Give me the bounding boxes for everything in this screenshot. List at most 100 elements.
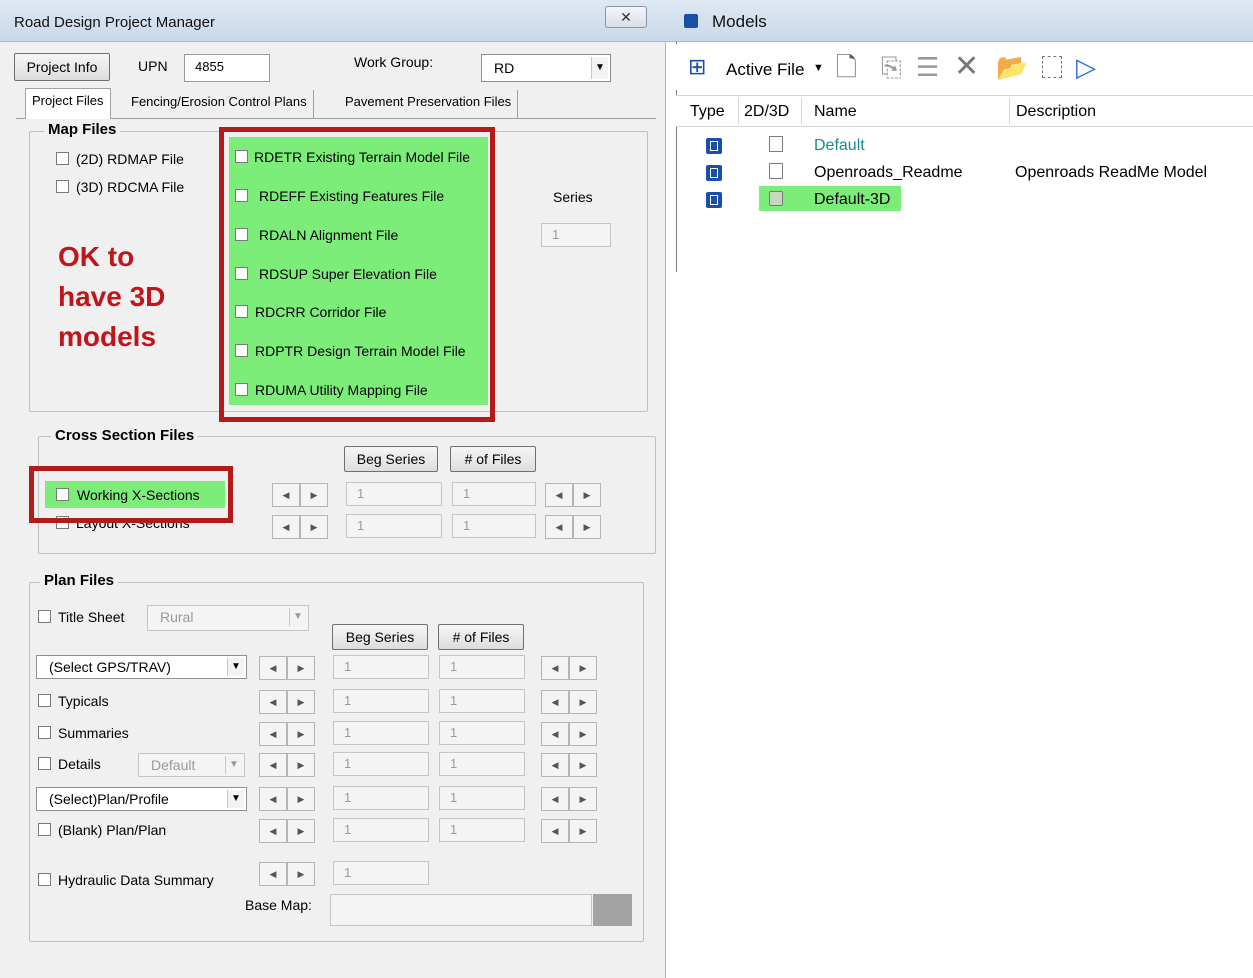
plan-count-field[interactable]: 1 bbox=[439, 655, 525, 679]
arrow-left-icon[interactable]: ◀ bbox=[272, 515, 300, 539]
delete-icon[interactable]: ✕ bbox=[954, 52, 979, 82]
new-model-icon[interactable]: 🗋 bbox=[836, 54, 857, 80]
plan-beg-spinner[interactable]: ◀ ▶ bbox=[259, 753, 315, 777]
rdaln-checkbox[interactable] bbox=[235, 228, 248, 241]
rdcrr-checkbox[interactable] bbox=[235, 305, 248, 318]
plan-count-field[interactable]: 1 bbox=[439, 721, 525, 745]
xs-count-field[interactable]: 1 bbox=[452, 514, 536, 538]
plan-count-field[interactable]: 1 bbox=[439, 818, 525, 842]
col-separator[interactable] bbox=[801, 98, 802, 124]
import-icon[interactable]: 📂 bbox=[996, 54, 1028, 80]
model-name[interactable]: Default-3D bbox=[814, 191, 890, 209]
xs-count-field[interactable]: 1 bbox=[452, 482, 536, 506]
arrow-right-icon[interactable]: ▶ bbox=[569, 656, 597, 680]
arrow-left-icon[interactable]: ◀ bbox=[541, 787, 569, 811]
plan-count-spinner[interactable]: ◀ ▶ bbox=[541, 753, 597, 777]
chevron-down-icon[interactable]: ▼ bbox=[227, 658, 244, 676]
chevron-down-icon[interactable]: ▼ bbox=[813, 62, 824, 74]
tab-project-files[interactable]: Project Files bbox=[25, 88, 111, 119]
gps-trav-select[interactable]: (Select GPS/TRAV) ▼ bbox=[36, 655, 247, 679]
plan-beg-field[interactable]: 1 bbox=[333, 689, 429, 713]
arrow-right-icon[interactable]: ▶ bbox=[287, 819, 315, 843]
properties-icon[interactable]: ☰ bbox=[916, 54, 939, 80]
arrow-right-icon[interactable]: ▶ bbox=[569, 787, 597, 811]
arrow-right-icon[interactable]: ▶ bbox=[287, 722, 315, 746]
work-group-select[interactable]: RD ▼ bbox=[481, 54, 611, 82]
plan-beg-spinner[interactable]: ◀ ▶ bbox=[259, 722, 315, 746]
arrow-left-icon[interactable]: ◀ bbox=[259, 819, 287, 843]
col-separator[interactable] bbox=[738, 98, 739, 124]
copy-model-icon[interactable]: ⎘ bbox=[881, 54, 902, 80]
col-dim[interactable]: 2D/3D bbox=[744, 103, 789, 121]
arrow-right-icon[interactable]: ▶ bbox=[287, 787, 315, 811]
arrow-right-icon[interactable]: ▶ bbox=[573, 515, 601, 539]
col-separator[interactable] bbox=[1009, 98, 1010, 124]
xs-count-spinner[interactable]: ◀ ▶ bbox=[545, 483, 601, 507]
arrow-left-icon[interactable]: ◀ bbox=[545, 483, 573, 507]
arrow-left-icon[interactable]: ◀ bbox=[259, 722, 287, 746]
summaries-checkbox[interactable] bbox=[38, 726, 51, 739]
hydraulic-checkbox[interactable] bbox=[38, 873, 51, 886]
arrow-left-icon[interactable]: ◀ bbox=[272, 483, 300, 507]
arrow-right-icon[interactable]: ▶ bbox=[287, 862, 315, 886]
rdsup-checkbox[interactable] bbox=[235, 267, 248, 280]
arrow-left-icon[interactable]: ◀ bbox=[259, 753, 287, 777]
model-name[interactable]: Default bbox=[814, 137, 865, 155]
plan-count-spinner[interactable]: ◀ ▶ bbox=[541, 787, 597, 811]
plan-beg-field[interactable]: 1 bbox=[333, 752, 429, 776]
xs-num-files-button[interactable]: # of Files bbox=[450, 446, 536, 472]
arrow-left-icon[interactable]: ◀ bbox=[259, 690, 287, 714]
series-field[interactable]: 1 bbox=[541, 223, 611, 247]
tab-pavement-preservation[interactable]: Pavement Preservation Files bbox=[339, 90, 519, 118]
plan-count-field[interactable]: 1 bbox=[439, 752, 525, 776]
rdeff-checkbox[interactable] bbox=[235, 189, 248, 202]
plan-beg-series-button[interactable]: Beg Series bbox=[332, 624, 428, 650]
rdetr-checkbox[interactable] bbox=[235, 150, 248, 163]
plan-count-field[interactable]: 1 bbox=[439, 786, 525, 810]
arrow-right-icon[interactable]: ▶ bbox=[287, 656, 315, 680]
title-sheet-checkbox[interactable] bbox=[38, 610, 51, 623]
arrow-right-icon[interactable]: ▶ bbox=[287, 690, 315, 714]
arrow-left-icon[interactable]: ◀ bbox=[541, 722, 569, 746]
details-checkbox[interactable] bbox=[38, 757, 51, 770]
project-info-button[interactable]: Project Info bbox=[14, 53, 110, 81]
col-description[interactable]: Description bbox=[1016, 103, 1096, 121]
arrow-right-icon[interactable]: ▶ bbox=[569, 722, 597, 746]
plan-beg-spinner[interactable]: ◀ ▶ bbox=[259, 819, 315, 843]
arrow-right-icon[interactable]: ▶ bbox=[569, 690, 597, 714]
plan-beg-field[interactable]: 1 bbox=[333, 786, 429, 810]
model-tree-icon[interactable]: ⊞ bbox=[688, 54, 706, 80]
plan-beg-spinner[interactable]: ◀ ▶ bbox=[259, 862, 315, 886]
col-type[interactable]: Type bbox=[690, 103, 725, 121]
rdptr-checkbox[interactable] bbox=[235, 344, 248, 357]
chevron-down-icon[interactable]: ▼ bbox=[227, 790, 244, 808]
xs-beg-spinner[interactable]: ◀ ▶ bbox=[272, 515, 328, 539]
base-map-field[interactable] bbox=[330, 894, 592, 926]
plan-count-spinner[interactable]: ◀ ▶ bbox=[541, 690, 597, 714]
chevron-down-icon[interactable]: ▼ bbox=[225, 756, 242, 774]
col-name[interactable]: Name bbox=[814, 103, 857, 121]
arrow-left-icon[interactable]: ◀ bbox=[259, 656, 287, 680]
base-map-browse-button[interactable] bbox=[593, 894, 632, 926]
plan-beg-field[interactable]: 1 bbox=[333, 721, 429, 745]
title-sheet-select[interactable]: Rural ▼ bbox=[147, 605, 309, 631]
arrow-left-icon[interactable]: ◀ bbox=[259, 862, 287, 886]
model-name[interactable]: Openroads_Readme bbox=[814, 164, 963, 182]
plan-count-spinner[interactable]: ◀ ▶ bbox=[541, 819, 597, 843]
xs-beg-spinner[interactable]: ◀ ▶ bbox=[272, 483, 328, 507]
xs-beg-field[interactable]: 1 bbox=[346, 482, 442, 506]
chevron-down-icon[interactable]: ▼ bbox=[289, 608, 306, 626]
plan-count-spinner[interactable]: ◀ ▶ bbox=[541, 722, 597, 746]
xs-beg-field[interactable]: 1 bbox=[346, 514, 442, 538]
plan-beg-spinner[interactable]: ◀ ▶ bbox=[259, 787, 315, 811]
arrow-right-icon[interactable]: ▶ bbox=[287, 753, 315, 777]
tab-fencing-erosion[interactable]: Fencing/Erosion Control Plans bbox=[125, 90, 314, 118]
selection-icon[interactable] bbox=[1042, 56, 1062, 78]
chevron-down-icon[interactable]: ▼ bbox=[591, 57, 608, 79]
details-select[interactable]: Default ▼ bbox=[138, 753, 245, 777]
plan-count-field[interactable]: 1 bbox=[439, 689, 525, 713]
plan-beg-field[interactable]: 1 bbox=[333, 818, 429, 842]
arrow-left-icon[interactable]: ◀ bbox=[541, 819, 569, 843]
plan-beg-field[interactable]: 1 bbox=[333, 655, 429, 679]
blank-plan-checkbox[interactable] bbox=[38, 823, 51, 836]
